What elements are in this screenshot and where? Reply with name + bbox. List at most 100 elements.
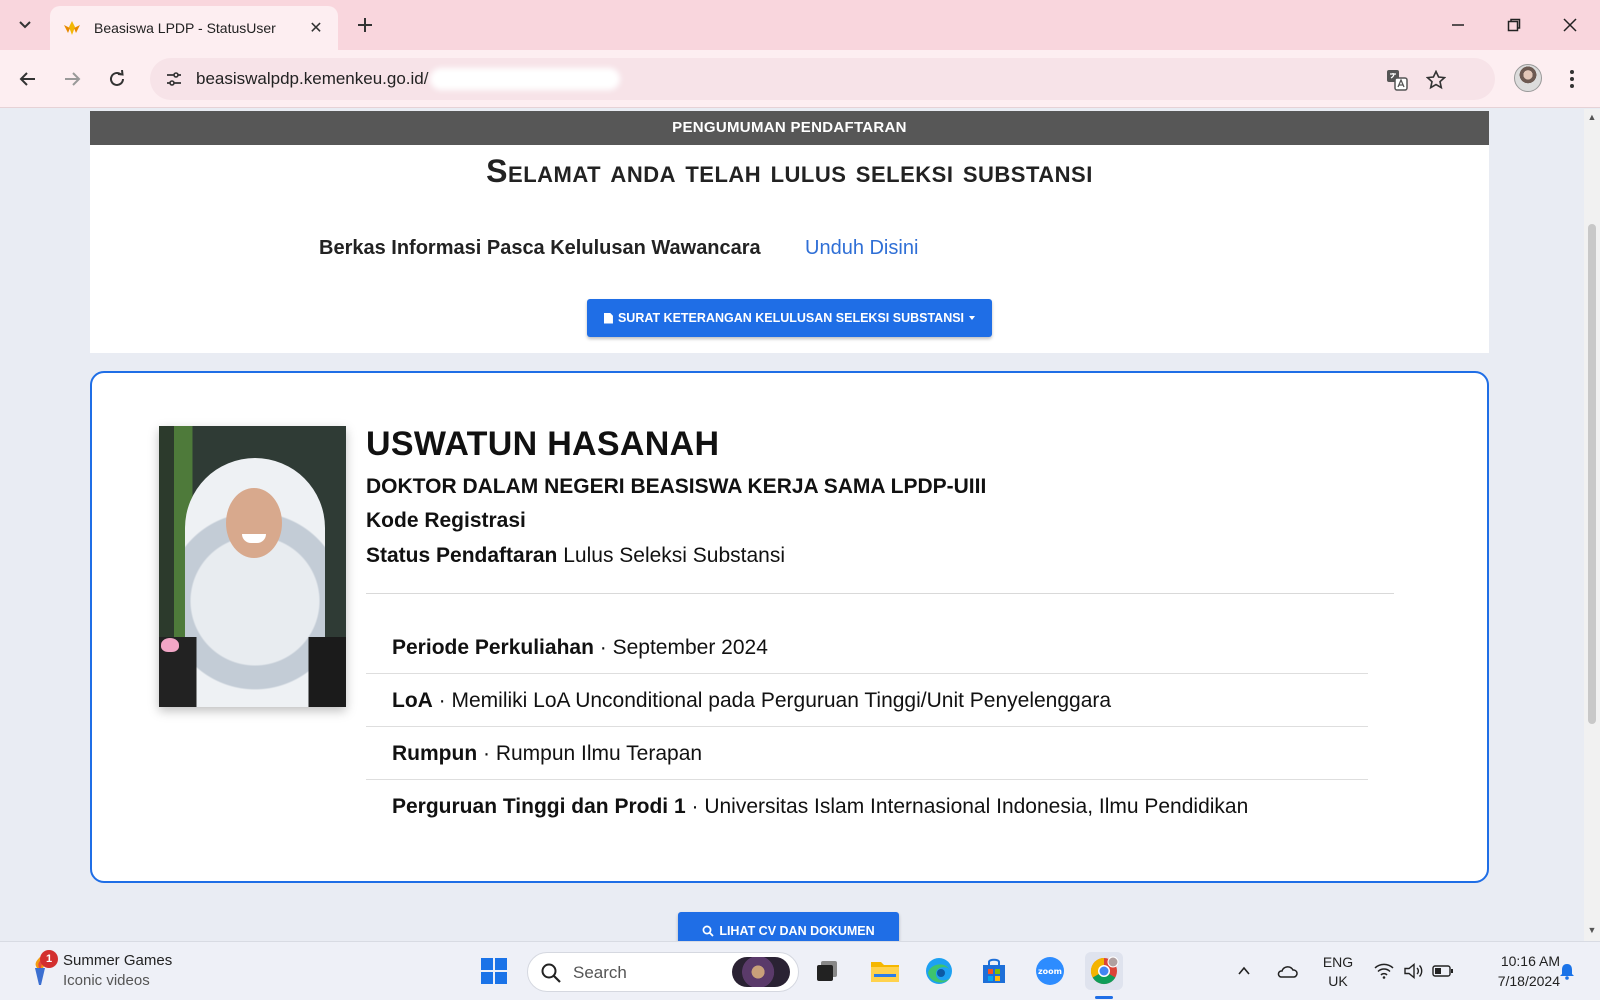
search-icon bbox=[702, 925, 714, 937]
status-label: Status Pendaftaran bbox=[366, 544, 558, 567]
divider bbox=[366, 593, 1394, 594]
reload-icon bbox=[110, 70, 124, 86]
tab-search-chevron-icon[interactable] bbox=[8, 8, 42, 42]
system-clock[interactable]: 10:16 AM 7/18/2024 bbox=[1470, 951, 1560, 991]
active-app-indicator bbox=[1095, 996, 1113, 999]
separator: · bbox=[432, 689, 452, 712]
kode-registrasi-redaction bbox=[531, 512, 732, 531]
site-info-icon[interactable] bbox=[162, 67, 186, 91]
back-arrow-icon bbox=[19, 72, 35, 86]
announcement-bar: PENGUMUMAN PENDAFTARAN bbox=[90, 111, 1489, 145]
minimize-icon bbox=[1452, 24, 1464, 26]
file-icon bbox=[603, 312, 613, 324]
show-hidden-icons-chevron-icon[interactable] bbox=[1232, 952, 1256, 990]
detail-value: Memiliki LoA Unconditional pada Pergurua… bbox=[451, 689, 1112, 712]
search-icon bbox=[541, 963, 561, 983]
profile-card: USWATUN HASANAH DOKTOR DALAM NEGERI BEAS… bbox=[90, 371, 1489, 883]
forward-arrow-icon bbox=[65, 72, 81, 86]
kode-registrasi-label: Kode Registrasi bbox=[366, 509, 526, 532]
scroll-thumb[interactable] bbox=[1588, 224, 1596, 724]
separator: · bbox=[593, 636, 613, 659]
detail-row-rumpun: Rumpun · Rumpun Ilmu Terapan bbox=[366, 727, 1368, 780]
language-indicator[interactable]: ENG UK bbox=[1318, 953, 1358, 991]
status-value: Lulus Seleksi Substansi bbox=[563, 544, 786, 567]
url-redaction bbox=[430, 68, 620, 90]
scroll-up-icon[interactable]: ▲ bbox=[1587, 112, 1597, 122]
wifi-icon[interactable] bbox=[1371, 952, 1397, 990]
tab-title: Beasiswa LPDP - StatusUser bbox=[94, 20, 276, 36]
tab-close-icon[interactable]: ✕ bbox=[306, 18, 326, 38]
detail-label: Periode Perkuliahan bbox=[392, 636, 594, 659]
detail-row-loa: LoA · Memiliki LoA Unconditional pada Pe… bbox=[366, 674, 1368, 727]
search-highlight-image bbox=[732, 957, 790, 987]
onedrive-cloud-icon[interactable] bbox=[1272, 952, 1302, 990]
detail-value: Rumpun Ilmu Terapan bbox=[495, 742, 703, 765]
browser-tab-active[interactable]: Beasiswa LPDP - StatusUser ✕ bbox=[50, 6, 338, 50]
keyboard-layout: UK bbox=[1328, 973, 1348, 989]
detail-value: Universitas Islam Internasional Indonesi… bbox=[704, 795, 1249, 818]
detail-label: Rumpun bbox=[392, 742, 478, 765]
file-explorer-icon[interactable] bbox=[866, 952, 904, 990]
status-pendaftaran: Status Pendaftaran Lulus Seleksi Substan… bbox=[366, 544, 785, 568]
browser-menu-icon[interactable] bbox=[1558, 63, 1586, 95]
detail-row-perguruan-tinggi: Perguruan Tinggi dan Prodi 1 · Universit… bbox=[366, 780, 1368, 833]
minimize-button[interactable] bbox=[1438, 8, 1478, 42]
new-tab-button[interactable] bbox=[350, 10, 380, 40]
zoom-app-icon[interactable]: zoom bbox=[1031, 952, 1069, 990]
lihat-cv-button[interactable]: LIHAT CV DAN DOKUMEN bbox=[678, 912, 899, 941]
notification-bell-icon[interactable] bbox=[1555, 952, 1579, 990]
search-placeholder: Search bbox=[573, 963, 627, 982]
browser-toolbar: beasiswalpdp.kemenkeu.go.id/ bbox=[0, 50, 1600, 108]
program-name: DOKTOR DALAM NEGERI BEASISWA KERJA SAMA … bbox=[366, 475, 987, 498]
reload-button[interactable] bbox=[101, 63, 133, 95]
back-button[interactable] bbox=[12, 63, 44, 95]
scroll-down-icon[interactable]: ▼ bbox=[1587, 925, 1597, 935]
edge-browser-icon[interactable] bbox=[920, 952, 958, 990]
battery-icon[interactable] bbox=[1430, 952, 1456, 990]
url-text: beasiswalpdp.kemenkeu.go.id/ bbox=[196, 69, 429, 88]
windows-taskbar: 1 Summer Games Iconic videos Search zoom bbox=[0, 941, 1600, 1000]
unduh-disini-link[interactable]: Unduh Disini bbox=[805, 237, 918, 260]
page-viewport: PENGUMUMAN PENDAFTARAN Selamat anda tela… bbox=[0, 109, 1584, 941]
volume-icon[interactable] bbox=[1400, 952, 1426, 990]
task-view-icon[interactable] bbox=[808, 952, 846, 990]
forward-button[interactable] bbox=[56, 63, 88, 95]
microsoft-store-icon[interactable] bbox=[975, 952, 1013, 990]
detail-value: September 2024 bbox=[612, 636, 768, 659]
widget-subtitle: Iconic videos bbox=[63, 972, 150, 989]
result-panel: Selamat anda telah lulus seleksi substan… bbox=[90, 145, 1489, 353]
chrome-app-icon[interactable] bbox=[1085, 952, 1123, 990]
lpdp-favicon-icon bbox=[64, 21, 80, 35]
bookmark-star-icon[interactable] bbox=[1423, 67, 1449, 93]
start-button[interactable] bbox=[475, 952, 513, 990]
svg-text:zoom: zoom bbox=[1038, 967, 1062, 976]
page-title: Selamat anda telah lulus seleksi substan… bbox=[486, 153, 1093, 189]
clock-date: 7/18/2024 bbox=[1497, 973, 1560, 989]
translate-icon[interactable] bbox=[1384, 67, 1410, 93]
taskbar-search-box[interactable]: Search bbox=[527, 952, 799, 992]
separator: · bbox=[477, 742, 496, 765]
detail-label: Perguruan Tinggi dan Prodi 1 bbox=[392, 795, 686, 818]
address-bar[interactable]: beasiswalpdp.kemenkeu.go.id/ bbox=[150, 58, 1495, 100]
restore-icon bbox=[1507, 18, 1521, 32]
notification-badge: 1 bbox=[40, 950, 58, 968]
close-window-button[interactable] bbox=[1550, 8, 1590, 42]
language-code: ENG bbox=[1322, 954, 1354, 970]
applicant-photo bbox=[159, 426, 346, 707]
detail-label: LoA bbox=[392, 689, 433, 712]
windows-logo-icon bbox=[481, 958, 507, 984]
widget-title: Summer Games bbox=[63, 952, 173, 969]
kode-registrasi: Kode Registrasi bbox=[366, 509, 732, 533]
page-scrollbar[interactable]: ▲ ▼ bbox=[1584, 109, 1600, 941]
tab-strip: Beasiswa LPDP - StatusUser ✕ bbox=[0, 0, 1600, 50]
cv-button-label: LIHAT CV DAN DOKUMEN bbox=[719, 924, 875, 938]
close-icon bbox=[1563, 18, 1577, 32]
separator: · bbox=[685, 795, 705, 818]
surat-button-label: SURAT KETERANGAN KELULUSAN SELEKSI SUBST… bbox=[617, 311, 965, 325]
profile-avatar[interactable] bbox=[1514, 64, 1542, 92]
widgets-button[interactable]: 1 Summer Games Iconic videos bbox=[26, 950, 196, 994]
surat-keterangan-dropdown-button[interactable]: SURAT KETERANGAN KELULUSAN SELEKSI SUBST… bbox=[587, 299, 992, 337]
clock-time: 10:16 AM bbox=[1500, 953, 1560, 969]
applicant-name: USWATUN HASANAH bbox=[366, 425, 720, 463]
restore-button[interactable] bbox=[1494, 8, 1534, 42]
